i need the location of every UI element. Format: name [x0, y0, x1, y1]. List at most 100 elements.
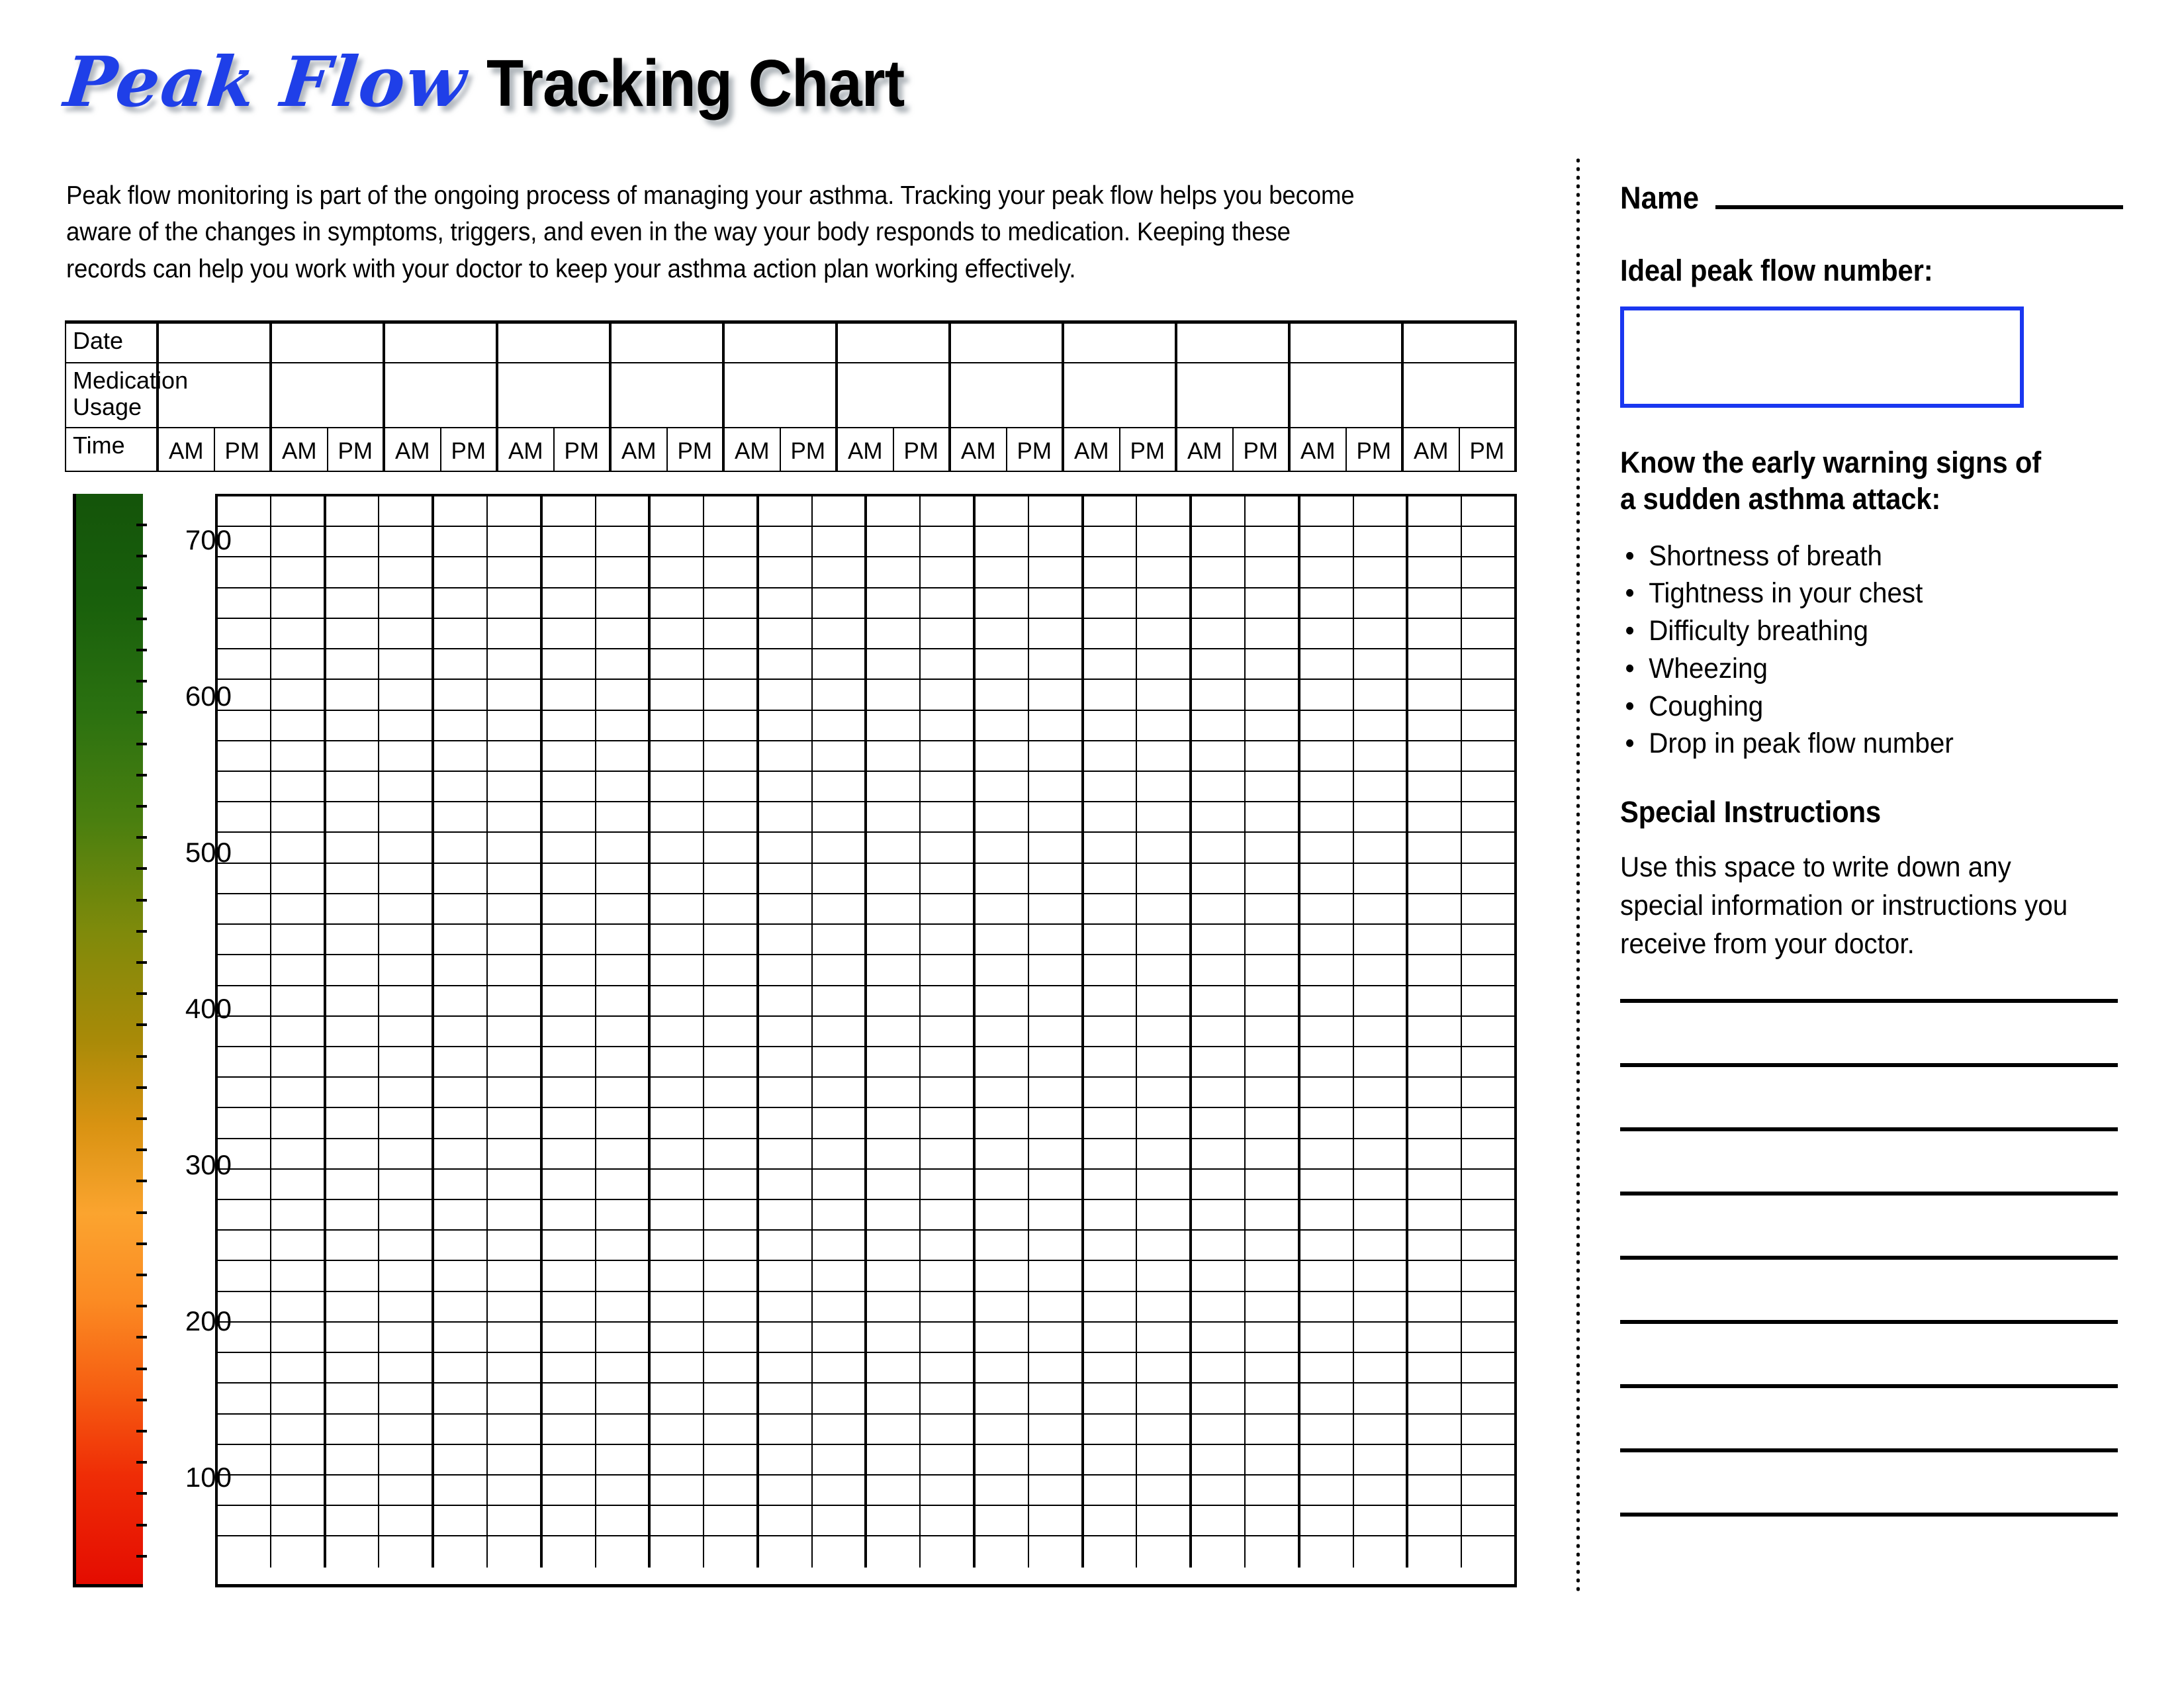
grid-cell[interactable]: [1300, 894, 1353, 923]
grid-cell[interactable]: [703, 1476, 756, 1505]
grid-cell[interactable]: [1461, 986, 1514, 1015]
grid-cell[interactable]: [867, 496, 919, 526]
grid-cell[interactable]: [811, 557, 865, 587]
grid-cell[interactable]: [1027, 618, 1081, 649]
grid-cell[interactable]: [1027, 680, 1081, 710]
grid-cell[interactable]: [1352, 588, 1406, 618]
medication-usage-entry-cell[interactable]: [1288, 362, 1403, 428]
grid-cell[interactable]: [543, 833, 595, 862]
grid-cell[interactable]: [1408, 1353, 1461, 1382]
grid-cell[interactable]: [651, 1170, 703, 1199]
grid-cell[interactable]: [378, 741, 432, 771]
grid-cell[interactable]: [703, 1536, 756, 1568]
grid-cell[interactable]: [1136, 925, 1189, 955]
grid-cell[interactable]: [543, 1200, 595, 1229]
grid-cell[interactable]: [867, 680, 919, 709]
grid-cell[interactable]: [1352, 1383, 1406, 1413]
grid-cell[interactable]: [594, 986, 649, 1015]
grid-cell[interactable]: [651, 711, 703, 740]
grid-cell[interactable]: [1352, 680, 1406, 710]
grid-cell[interactable]: [651, 557, 703, 586]
grid-cell[interactable]: [434, 711, 486, 740]
grid-cell[interactable]: [867, 1200, 919, 1229]
grid-cell[interactable]: [1136, 1231, 1189, 1260]
grid-cell[interactable]: [1027, 1139, 1081, 1168]
grid-cell[interactable]: [1136, 680, 1189, 710]
grid-cell[interactable]: [651, 1353, 703, 1382]
grid-cell[interactable]: [1027, 741, 1081, 771]
grid-cell[interactable]: [1084, 557, 1136, 586]
grid-cell[interactable]: [867, 1292, 919, 1321]
grid-cell[interactable]: [434, 772, 486, 801]
grid-cell[interactable]: [1192, 1047, 1244, 1076]
grid-cell[interactable]: [378, 1169, 432, 1199]
grid-cell[interactable]: [1192, 1536, 1244, 1567]
grid-cell[interactable]: [1352, 1291, 1406, 1321]
grid-cell[interactable]: [1300, 527, 1353, 556]
grid-cell[interactable]: [919, 1444, 973, 1474]
grid-cell[interactable]: [1461, 1016, 1514, 1046]
grid-cell[interactable]: [1352, 710, 1406, 740]
grid-cell[interactable]: [269, 1476, 324, 1505]
grid-cell[interactable]: [919, 1322, 973, 1352]
grid-cell[interactable]: [976, 1108, 1028, 1137]
grid-cell[interactable]: [867, 1170, 919, 1199]
grid-cell[interactable]: [543, 1353, 595, 1382]
grid-cell[interactable]: [811, 588, 865, 618]
grid-cell[interactable]: [543, 649, 595, 679]
grid-cell[interactable]: [919, 863, 973, 893]
grid-cell[interactable]: [434, 588, 486, 618]
grid-cell[interactable]: [1300, 1476, 1353, 1505]
grid-cell[interactable]: [378, 1476, 432, 1505]
grid-cell[interactable]: [1136, 527, 1189, 557]
grid-cell[interactable]: [269, 649, 324, 679]
grid-cell[interactable]: [867, 619, 919, 648]
grid-cell[interactable]: [867, 1445, 919, 1474]
grid-cell[interactable]: [434, 557, 486, 586]
grid-cell[interactable]: [811, 1231, 865, 1260]
grid-cell[interactable]: [1027, 1536, 1081, 1568]
grid-cell[interactable]: [486, 802, 540, 832]
writing-line[interactable]: [1620, 1192, 2118, 1196]
grid-cell[interactable]: [594, 1536, 649, 1568]
grid-cell[interactable]: [1461, 741, 1514, 771]
grid-cell[interactable]: [594, 710, 649, 740]
grid-cell[interactable]: [326, 802, 379, 831]
grid-cell[interactable]: [1136, 1078, 1189, 1107]
grid-cell[interactable]: [378, 1444, 432, 1474]
grid-cell[interactable]: [759, 588, 811, 618]
grid-cell[interactable]: [703, 496, 756, 526]
grid-cell[interactable]: [1352, 1353, 1406, 1383]
grid-cell[interactable]: [269, 496, 324, 526]
grid-cell[interactable]: [269, 1108, 324, 1138]
grid-cell[interactable]: [1300, 1506, 1353, 1535]
grid-cell[interactable]: [1244, 710, 1298, 740]
grid-cell[interactable]: [1408, 1047, 1461, 1076]
grid-cell[interactable]: [976, 1017, 1028, 1046]
grid-cell[interactable]: [1244, 527, 1298, 557]
grid-cell[interactable]: [703, 833, 756, 863]
grid-cell[interactable]: [1408, 711, 1461, 740]
grid-cell[interactable]: [434, 1536, 486, 1567]
grid-cell[interactable]: [1461, 588, 1514, 618]
grid-cell[interactable]: [651, 925, 703, 954]
grid-cell[interactable]: [1244, 1261, 1298, 1291]
grid-cell[interactable]: [434, 1476, 486, 1505]
grid-cell[interactable]: [759, 1017, 811, 1046]
grid-cell[interactable]: [269, 1078, 324, 1107]
grid-cell[interactable]: [1300, 833, 1353, 862]
grid-cell[interactable]: [919, 1231, 973, 1260]
grid-cell[interactable]: [1244, 1200, 1298, 1230]
grid-cell[interactable]: [486, 1506, 540, 1536]
grid-cell[interactable]: [976, 1536, 1028, 1567]
grid-cell[interactable]: [1300, 1078, 1353, 1107]
grid-cell[interactable]: [1136, 1536, 1189, 1568]
grid-cell[interactable]: [1136, 588, 1189, 618]
medication-usage-entry-cell[interactable]: [835, 362, 950, 428]
grid-cell[interactable]: [1192, 986, 1244, 1015]
grid-cell[interactable]: [1136, 1322, 1189, 1352]
grid-cell[interactable]: [1027, 1476, 1081, 1505]
grid-cell[interactable]: [269, 955, 324, 985]
grid-cell[interactable]: [486, 833, 540, 863]
grid-cell[interactable]: [378, 863, 432, 893]
